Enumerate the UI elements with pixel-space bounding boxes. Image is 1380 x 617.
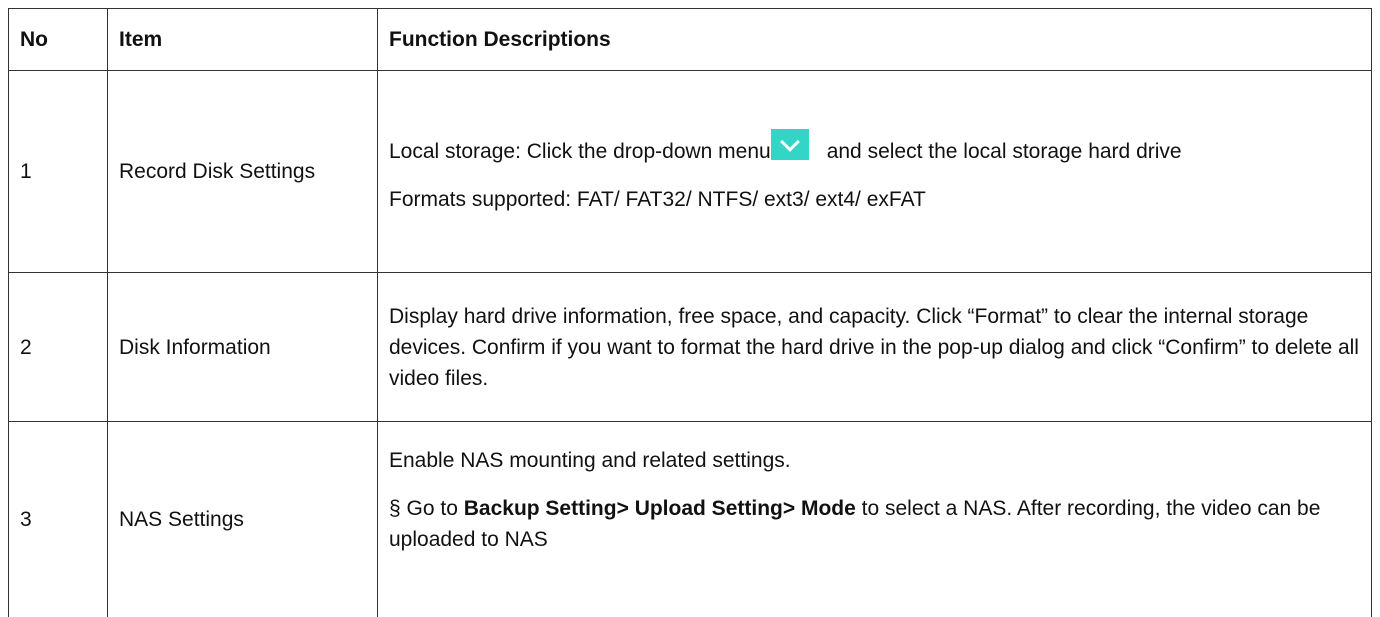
- cell-description: Enable NAS mounting and related settings…: [378, 422, 1372, 617]
- cell-no: 1: [9, 71, 108, 273]
- description-text: § Go to: [389, 497, 458, 520]
- description-text: and select the local storage hard drive: [827, 140, 1182, 163]
- header-item: Item: [108, 9, 378, 71]
- menu-path: Backup Setting> Upload Setting> Mode: [464, 497, 856, 520]
- table-row: 2 Disk Information Display hard drive in…: [9, 273, 1372, 422]
- cell-description: Display hard drive information, free spa…: [378, 273, 1372, 422]
- description-paragraph: Formats supported: FAT/ FAT32/ NTFS/ ext…: [389, 184, 1363, 215]
- chevron-down-icon: [771, 129, 809, 160]
- cell-no: 2: [9, 273, 108, 422]
- header-function-descriptions: Function Descriptions: [378, 9, 1372, 71]
- table-header-row: No Item Function Descriptions: [9, 9, 1372, 71]
- cell-item: Disk Information: [108, 273, 378, 422]
- cell-no: 3: [9, 422, 108, 617]
- description-body: Enable NAS mounting and related settings…: [389, 445, 1363, 555]
- header-no: No: [9, 9, 108, 71]
- description-paragraph: Enable NAS mounting and related settings…: [389, 445, 1363, 476]
- description-text: Local storage: Click the drop-down menu: [389, 140, 771, 163]
- table-row: 3 NAS Settings Enable NAS mounting and r…: [9, 422, 1372, 617]
- cell-description: Local storage: Click the drop-down menu a…: [378, 71, 1372, 273]
- table-row: 1 Record Disk Settings Local storage: Cl…: [9, 71, 1372, 273]
- cell-item: NAS Settings: [108, 422, 378, 617]
- function-description-table: No Item Function Descriptions 1 Record D…: [8, 8, 1372, 617]
- description-paragraph: Display hard drive information, free spa…: [389, 301, 1363, 394]
- cell-item: Record Disk Settings: [108, 71, 378, 273]
- description-paragraph: Local storage: Click the drop-down menu a…: [389, 129, 1363, 167]
- description-paragraph: § Go to Backup Setting> Upload Setting> …: [389, 493, 1363, 555]
